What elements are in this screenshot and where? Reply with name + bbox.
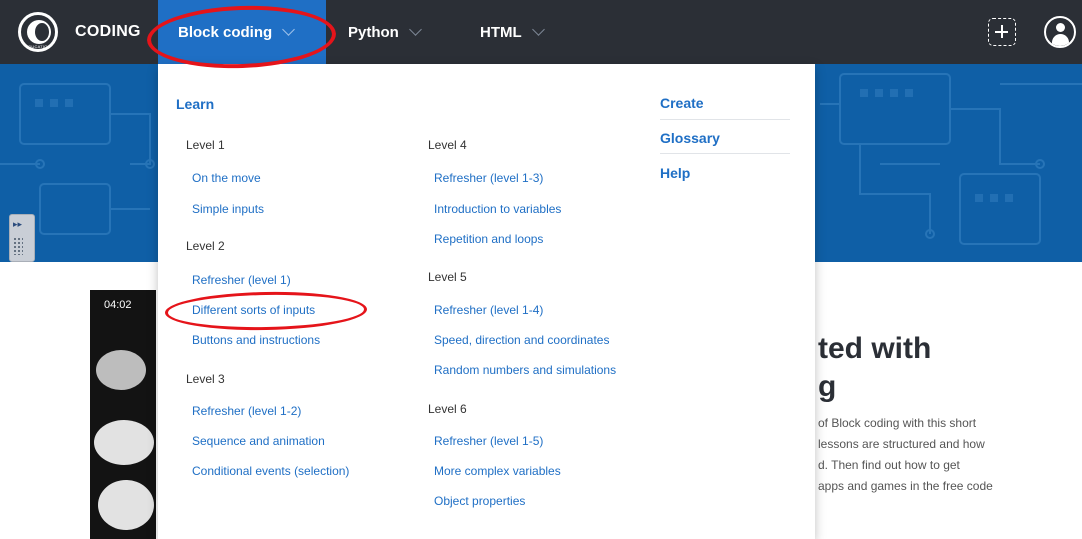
discovery-education-logo[interactable]: EDUCATION — [18, 12, 58, 52]
intro-paragraph: of Block coding with this short lessons … — [818, 413, 1058, 497]
menu-link[interactable]: Refresher (level 1-4) — [434, 303, 543, 317]
menu-link[interactable]: Speed, direction and coordinates — [434, 333, 609, 347]
video-thumbnail[interactable]: 04:02 — [90, 290, 156, 539]
video-shape — [94, 420, 154, 465]
intro-paragraph-line: of Block coding with this short — [818, 416, 977, 430]
intro-paragraph-line: lessons are structured and how — [818, 437, 985, 451]
video-duration: 04:02 — [104, 299, 132, 311]
menu-create-link[interactable]: Create — [660, 95, 790, 111]
user-icon[interactable] — [1044, 16, 1076, 48]
menu-divider — [660, 153, 790, 154]
tab-python[interactable]: Python — [348, 0, 422, 64]
video-shape — [98, 480, 154, 530]
chevron-down-icon — [531, 23, 545, 36]
tab-html[interactable]: HTML — [480, 0, 545, 64]
globe-icon — [27, 20, 51, 44]
menu-glossary-link[interactable]: Glossary — [660, 130, 790, 146]
menu-level-heading: Level 4 — [428, 138, 467, 152]
menu-level-heading: Level 6 — [428, 402, 467, 416]
intro-heading-line: ted with — [818, 332, 932, 365]
menu-level-heading: Level 1 — [186, 138, 225, 152]
menu-learn-heading[interactable]: Learn — [176, 96, 214, 112]
intro-paragraph-line: apps and games in the free code — [818, 479, 993, 493]
menu-link[interactable]: Sequence and animation — [192, 434, 325, 448]
menu-level-heading: Level 2 — [186, 239, 225, 253]
menu-link[interactable]: Conditional events (selection) — [192, 464, 349, 478]
menu-link[interactable]: Introduction to variables — [434, 202, 561, 216]
side-panel-handle[interactable]: ▸▸ — [9, 214, 35, 262]
menu-level-heading: Level 5 — [428, 270, 467, 284]
menu-link[interactable]: Refresher (level 1-5) — [434, 434, 543, 448]
intro-heading-line: g — [818, 370, 837, 403]
menu-divider — [660, 119, 790, 120]
menu-link[interactable]: Buttons and instructions — [192, 333, 320, 347]
chevron-down-icon — [408, 23, 422, 36]
intro-heading: ted with g — [818, 330, 931, 406]
add-icon[interactable] — [988, 18, 1016, 46]
menu-link[interactable]: Refresher (level 1) — [192, 273, 291, 287]
menu-link[interactable]: Simple inputs — [192, 202, 264, 216]
tab-html-label: HTML — [480, 23, 522, 41]
menu-link[interactable]: Random numbers and simulations — [434, 363, 616, 377]
menu-link[interactable]: More complex variables — [434, 464, 561, 478]
user-icon-body — [1052, 34, 1069, 46]
menu-level-heading: Level 3 — [186, 372, 225, 386]
tab-python-label: Python — [348, 23, 399, 41]
menu-link[interactable]: Object properties — [434, 494, 525, 508]
menu-link[interactable]: Refresher (level 1-3) — [434, 171, 543, 185]
menu-link[interactable]: Refresher (level 1-2) — [192, 404, 301, 418]
expand-arrows-icon: ▸▸ — [13, 219, 23, 229]
logo-small-text: EDUCATION — [25, 44, 51, 49]
grip-icon — [13, 237, 23, 255]
video-shape — [96, 350, 146, 390]
menu-link[interactable]: On the move — [192, 171, 261, 185]
brand-title[interactable]: CODING — [75, 23, 141, 41]
user-icon-head — [1056, 23, 1065, 32]
menu-help-link[interactable]: Help — [660, 165, 790, 181]
menu-link[interactable]: Repetition and loops — [434, 232, 543, 246]
intro-paragraph-line: d. Then find out how to get — [818, 458, 960, 472]
